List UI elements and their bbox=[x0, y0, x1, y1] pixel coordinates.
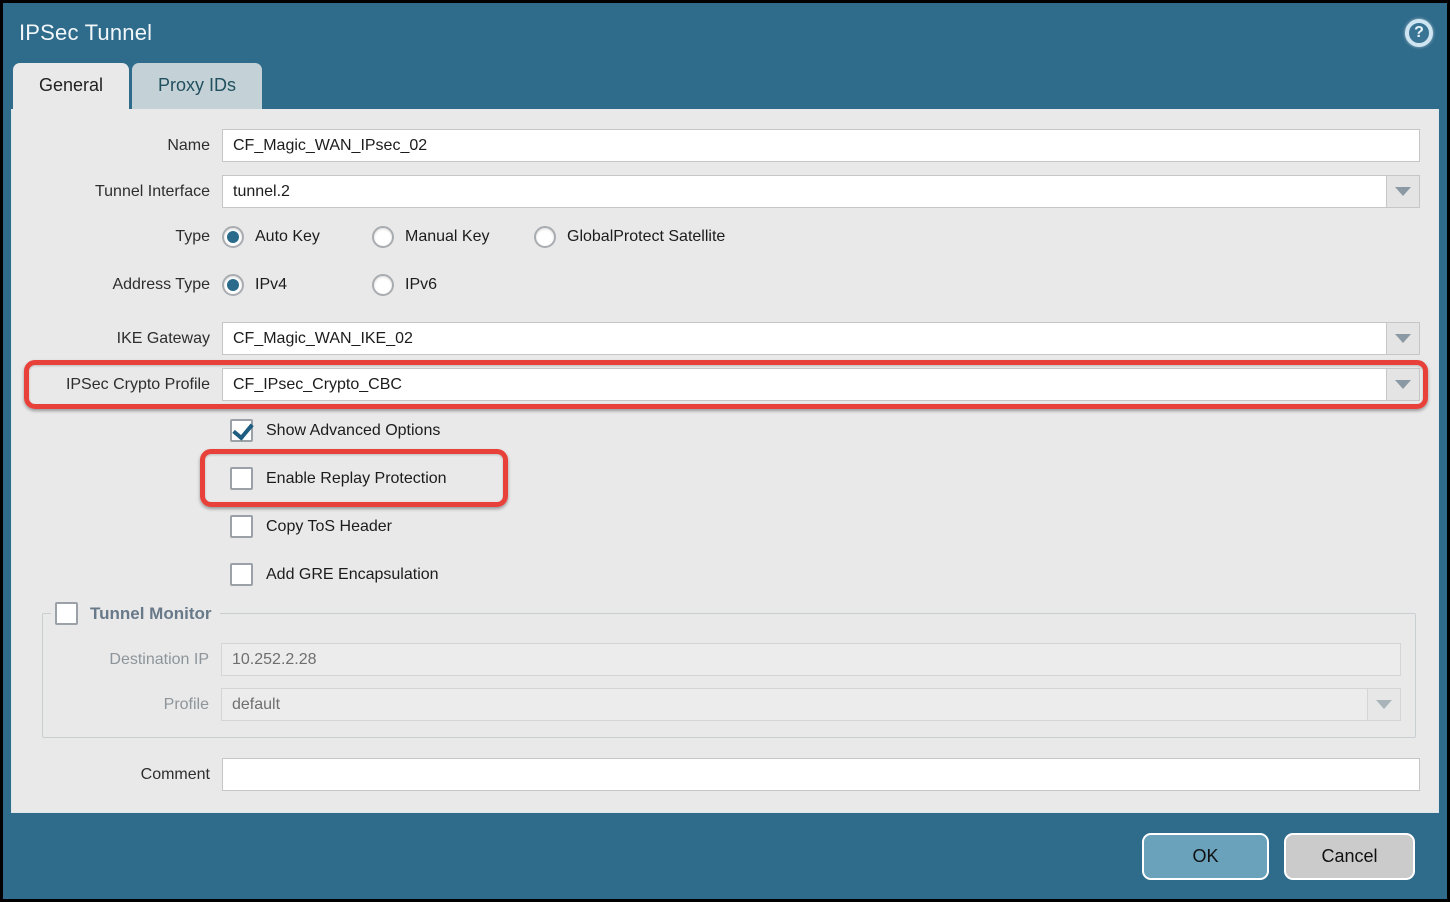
advanced-options-section: Show Advanced Options Enable Replay Prot… bbox=[230, 419, 1438, 586]
chevron-down-icon bbox=[1376, 700, 1392, 709]
ok-button[interactable]: OK bbox=[1142, 833, 1269, 880]
ike-gateway-input[interactable] bbox=[222, 322, 1387, 355]
add-gre-encapsulation-checkbox[interactable] bbox=[230, 563, 253, 586]
tunnel-interface-row: Tunnel Interface bbox=[12, 175, 1438, 208]
help-icon[interactable]: ? bbox=[1405, 19, 1433, 47]
radio-icon[interactable] bbox=[222, 274, 244, 296]
ipsec-tunnel-dialog: IPSec Tunnel ? General Proxy IDs Name Tu… bbox=[0, 0, 1450, 902]
chevron-down-icon bbox=[1395, 380, 1411, 389]
tunnel-interface-input[interactable] bbox=[222, 175, 1387, 208]
ipsec-crypto-profile-input[interactable] bbox=[222, 368, 1387, 401]
destination-ip-row: Destination IP bbox=[43, 643, 1415, 676]
tunnel-monitor-legend: Tunnel Monitor bbox=[51, 602, 220, 625]
dialog-titlebar: IPSec Tunnel ? bbox=[3, 3, 1447, 63]
address-type-option-ipv6[interactable]: IPv6 bbox=[372, 274, 522, 296]
type-option-manual-key[interactable]: Manual Key bbox=[372, 226, 534, 248]
copy-tos-header-row[interactable]: Copy ToS Header bbox=[230, 515, 392, 538]
type-option-auto-key[interactable]: Auto Key bbox=[222, 226, 372, 248]
radio-icon[interactable] bbox=[372, 274, 394, 296]
ike-gateway-row: IKE Gateway bbox=[12, 322, 1438, 355]
name-row: Name bbox=[12, 129, 1438, 162]
tunnel-interface-dropdown-button[interactable] bbox=[1387, 175, 1420, 208]
monitor-profile-input bbox=[221, 688, 1368, 721]
ike-gateway-label: IKE Gateway bbox=[12, 330, 222, 348]
ipsec-crypto-profile-label: IPSec Crypto Profile bbox=[12, 376, 222, 394]
add-gre-encapsulation-row[interactable]: Add GRE Encapsulation bbox=[230, 563, 439, 586]
radio-icon[interactable] bbox=[534, 226, 556, 248]
type-label: Type bbox=[12, 228, 222, 246]
show-advanced-options-checkbox[interactable] bbox=[230, 419, 253, 442]
chevron-down-icon bbox=[1395, 187, 1411, 196]
copy-tos-header-checkbox[interactable] bbox=[230, 515, 253, 538]
tab-general[interactable]: General bbox=[13, 63, 129, 109]
type-row: Type Auto Key Manual Key GlobalProtect S… bbox=[12, 226, 1438, 248]
tunnel-monitor-checkbox[interactable] bbox=[55, 602, 78, 625]
destination-ip-label: Destination IP bbox=[43, 651, 221, 669]
comment-row: Comment bbox=[12, 758, 1438, 791]
enable-replay-protection-row[interactable]: Enable Replay Protection bbox=[230, 467, 447, 490]
monitor-profile-row: Profile bbox=[43, 688, 1415, 721]
tab-proxy-ids[interactable]: Proxy IDs bbox=[132, 63, 262, 109]
tunnel-interface-label: Tunnel Interface bbox=[12, 183, 222, 201]
destination-ip-input bbox=[221, 643, 1401, 676]
ipsec-crypto-profile-dropdown-button[interactable] bbox=[1387, 368, 1420, 401]
address-type-row: Address Type IPv4 IPv6 bbox=[12, 274, 1438, 296]
comment-label: Comment bbox=[12, 766, 222, 784]
name-label: Name bbox=[12, 137, 222, 155]
ike-gateway-dropdown-button[interactable] bbox=[1387, 322, 1420, 355]
address-type-label: Address Type bbox=[12, 276, 222, 294]
general-tab-panel: Name Tunnel Interface Type Auto Key bbox=[11, 109, 1439, 813]
tunnel-monitor-fieldset: Tunnel Monitor Destination IP Profile bbox=[42, 602, 1416, 738]
show-advanced-options-row[interactable]: Show Advanced Options bbox=[230, 419, 440, 442]
radio-icon[interactable] bbox=[372, 226, 394, 248]
dialog-footer: OK Cancel bbox=[3, 813, 1447, 899]
type-option-globalprotect-satellite[interactable]: GlobalProtect Satellite bbox=[534, 226, 725, 248]
tunnel-monitor-label: Tunnel Monitor bbox=[90, 604, 212, 624]
radio-icon[interactable] bbox=[222, 226, 244, 248]
address-type-radio-group: IPv4 IPv6 bbox=[222, 274, 522, 296]
enable-replay-protection-checkbox[interactable] bbox=[230, 467, 253, 490]
name-input[interactable] bbox=[222, 129, 1420, 162]
comment-input[interactable] bbox=[222, 758, 1420, 791]
ipsec-crypto-profile-row: IPSec Crypto Profile bbox=[12, 368, 1438, 401]
monitor-profile-dropdown-button bbox=[1368, 688, 1401, 721]
chevron-down-icon bbox=[1395, 334, 1411, 343]
cancel-button[interactable]: Cancel bbox=[1284, 833, 1415, 880]
dialog-title: IPSec Tunnel bbox=[19, 20, 152, 46]
monitor-profile-label: Profile bbox=[43, 696, 221, 714]
type-radio-group: Auto Key Manual Key GlobalProtect Satell… bbox=[222, 226, 725, 248]
address-type-option-ipv4[interactable]: IPv4 bbox=[222, 274, 372, 296]
tab-bar: General Proxy IDs bbox=[3, 63, 1447, 109]
